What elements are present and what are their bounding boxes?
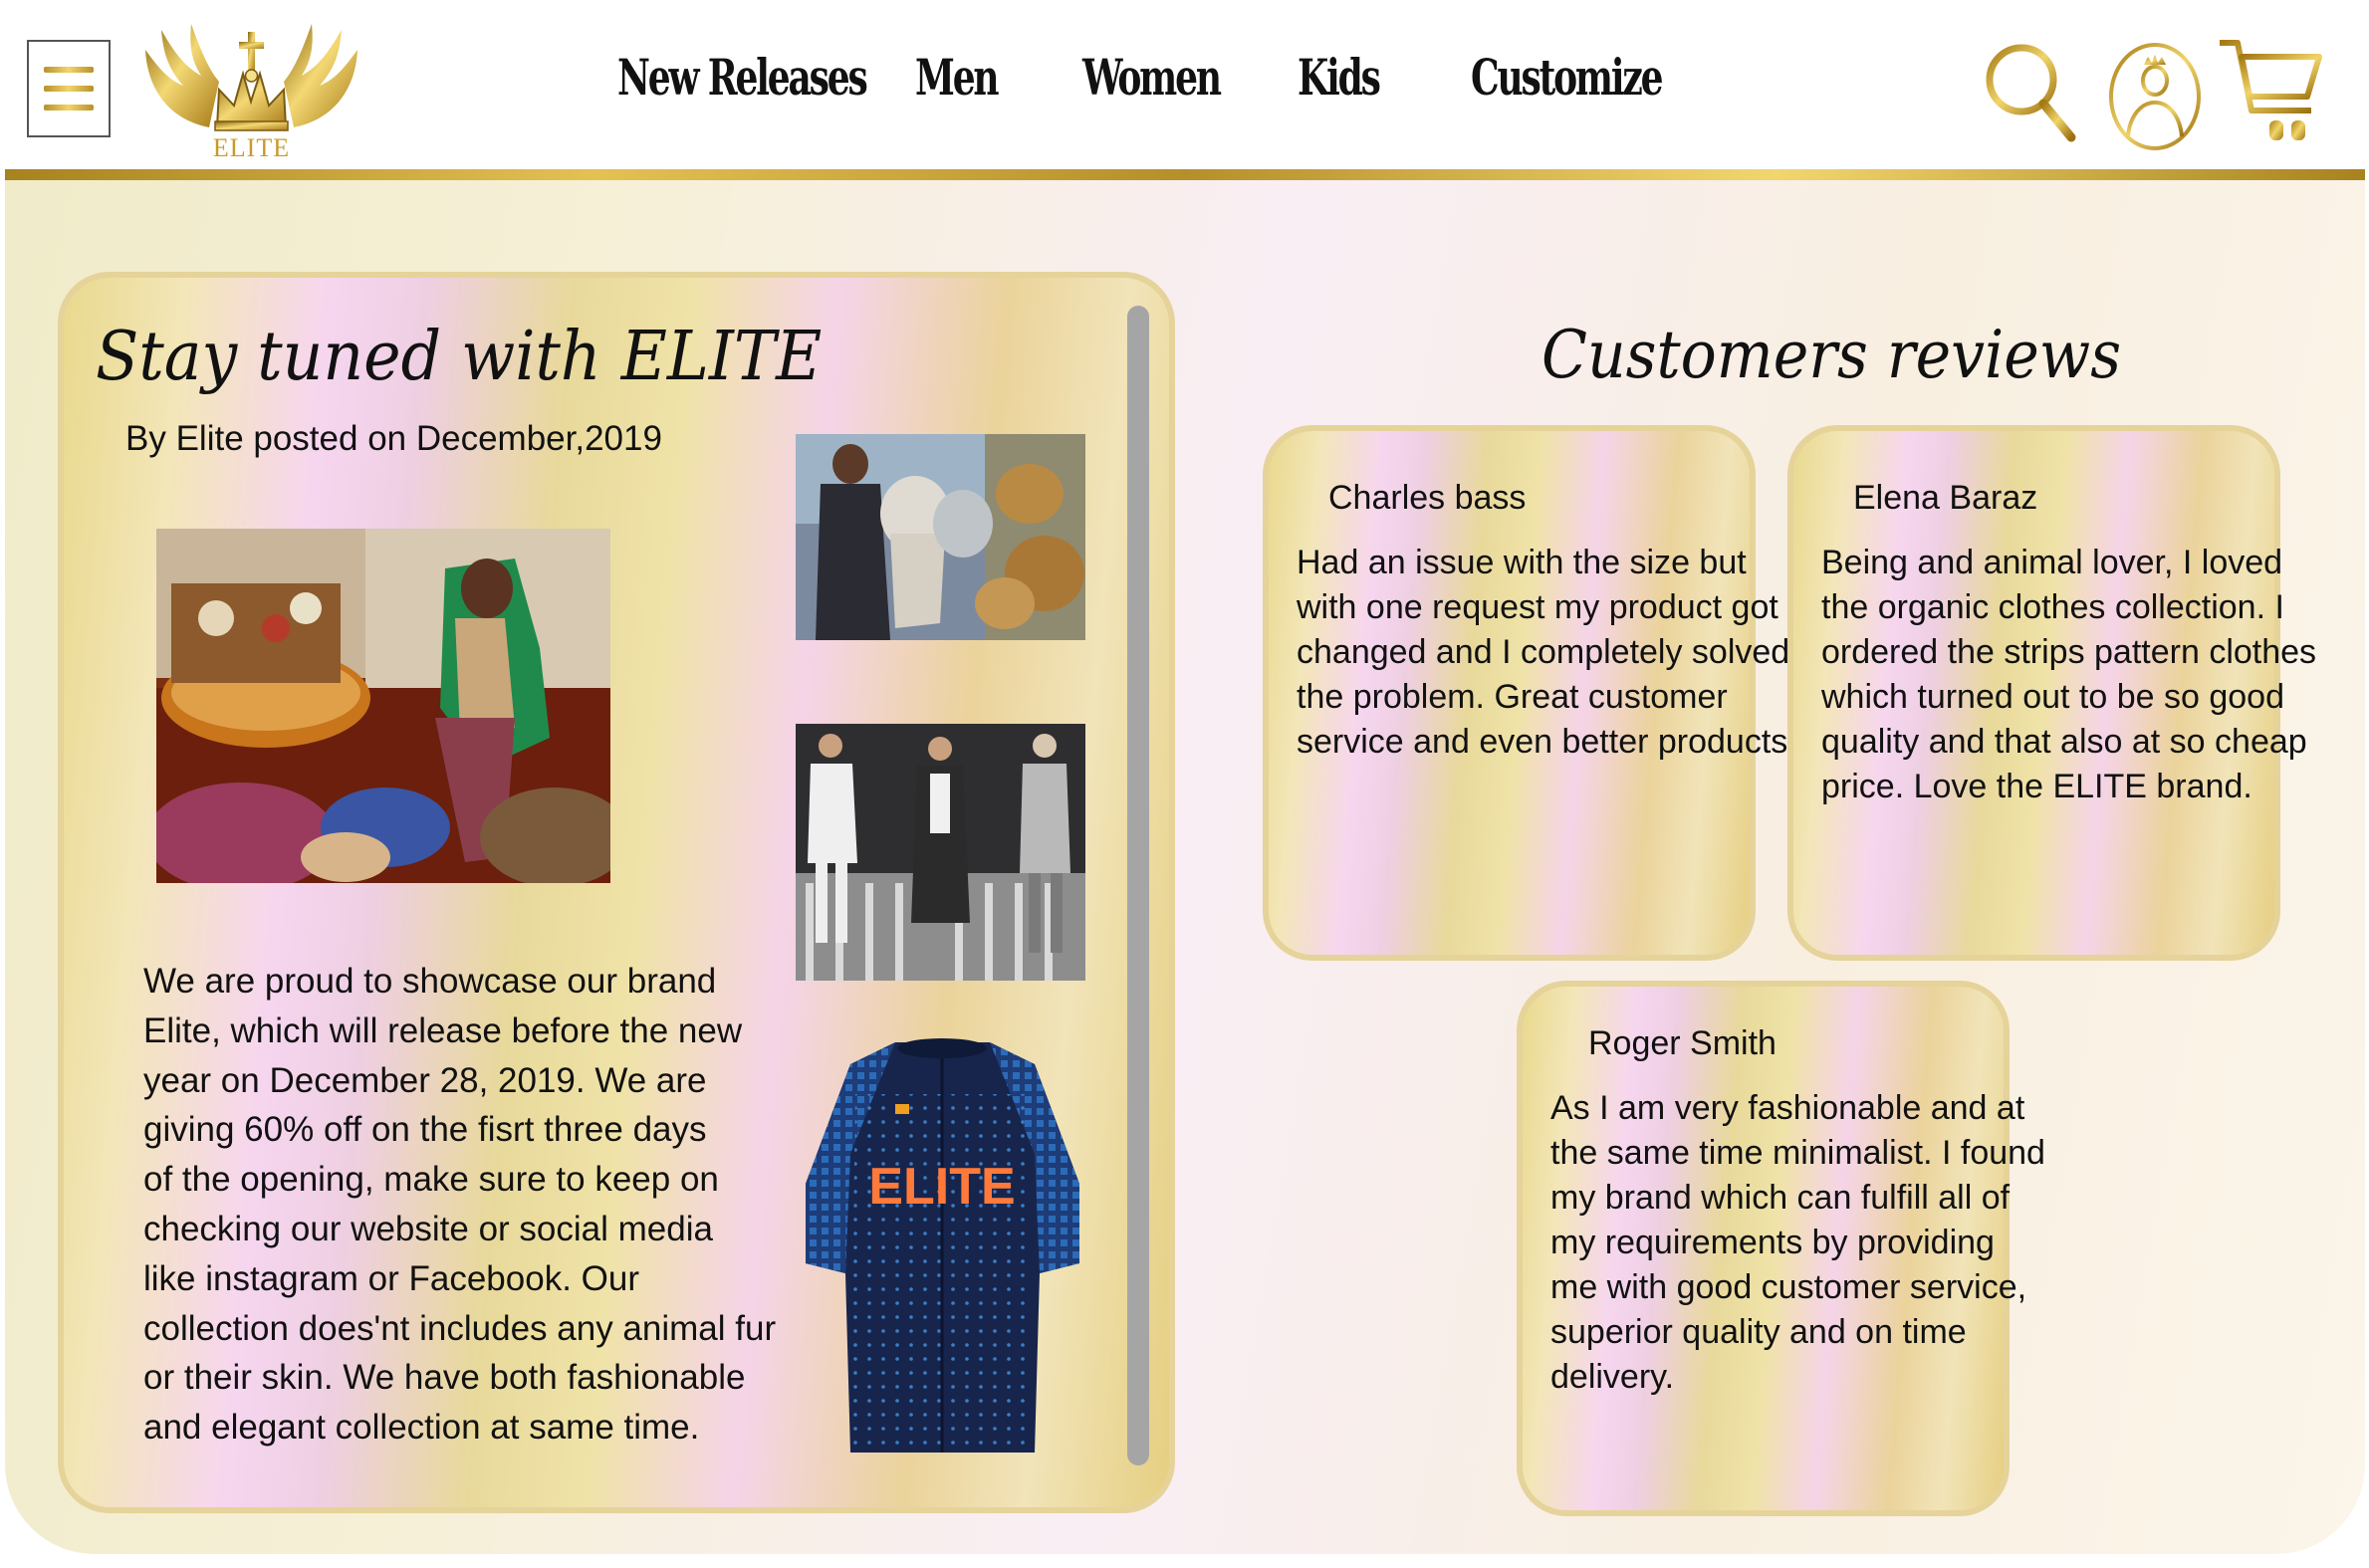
- reviewer-name: Charles bass: [1328, 479, 1527, 517]
- review-text: Had an issue with the size but with one …: [1297, 544, 1797, 761]
- review-card: Roger Smith As I am very fashionable and…: [1517, 981, 2045, 1516]
- cart-icon[interactable]: [2216, 35, 2325, 146]
- reviews-title: Customers reviews: [1541, 317, 2122, 393]
- account-icon[interactable]: [2106, 35, 2204, 152]
- reviewer-name: Roger Smith: [1588, 1024, 1777, 1062]
- news-body-line: giving 60% off on the fisrt three days: [143, 1110, 707, 1150]
- news-panel: Stay tuned with ELITE By Elite posted on…: [58, 272, 1175, 1513]
- review-card: Elena Baraz Being and animal lover, I lo…: [1787, 425, 2317, 961]
- news-title: Stay tuned with ELITE: [96, 318, 823, 396]
- site-header: ELITE New Releases Men Women Kids Custom…: [0, 0, 2369, 169]
- news-body-line: and elegant collection at same time.: [143, 1408, 700, 1448]
- news-body-line: We are proud to showcase our brand: [143, 962, 717, 1001]
- animals-collage-photo[interactable]: [796, 434, 1085, 640]
- review-card: Charles bass Had an issue with the size …: [1263, 425, 1797, 961]
- news-scrollbar[interactable]: [1127, 306, 1149, 1465]
- nav-new-releases[interactable]: New Releases: [617, 48, 868, 107]
- fashion-interior-photo[interactable]: [156, 529, 610, 883]
- reviewer-name: Elena Baraz: [1853, 479, 2038, 517]
- news-body-line: Elite, which will release before the new: [143, 1010, 743, 1050]
- review-text: Being and animal lover, I loved the orga…: [1821, 544, 2317, 805]
- hamburger-menu-icon[interactable]: [27, 40, 111, 137]
- news-body: We are proud to showcase our brand Elite…: [143, 957, 777, 1453]
- news-body-line: or their skin. We have both fashionable: [143, 1358, 746, 1398]
- page: ELITE New Releases Men Women Kids Custom…: [0, 0, 2369, 1568]
- search-icon[interactable]: [1982, 38, 2077, 145]
- news-body-line: of the opening, make sure to keep on: [143, 1160, 719, 1200]
- news-body-line: collection does'nt includes any animal f…: [143, 1308, 777, 1348]
- logo-text: ELITE: [212, 133, 291, 162]
- runway-models-photo[interactable]: [796, 724, 1085, 981]
- elite-logo[interactable]: ELITE: [139, 10, 363, 164]
- nav-kids[interactable]: Kids: [1298, 48, 1381, 107]
- jersey-print: ELITE: [868, 1158, 1015, 1216]
- news-body-line: like instagram or Facebook. Our: [143, 1258, 639, 1298]
- news-body-line: checking our website or social media: [143, 1209, 713, 1248]
- header-divider: [5, 169, 2365, 180]
- crown-wings-icon: [145, 24, 357, 131]
- nav-men[interactable]: Men: [915, 48, 1000, 107]
- news-body-line: year on December 28, 2019. We are: [143, 1060, 707, 1100]
- nav-customize[interactable]: Customize: [1471, 48, 1664, 107]
- news-byline: By Elite posted on December,2019: [125, 419, 662, 458]
- nav-women[interactable]: Women: [1082, 48, 1222, 107]
- review-text: As I am very fashionable and at the same…: [1550, 1089, 2045, 1396]
- elite-jersey-photo[interactable]: ELITE: [796, 1034, 1089, 1462]
